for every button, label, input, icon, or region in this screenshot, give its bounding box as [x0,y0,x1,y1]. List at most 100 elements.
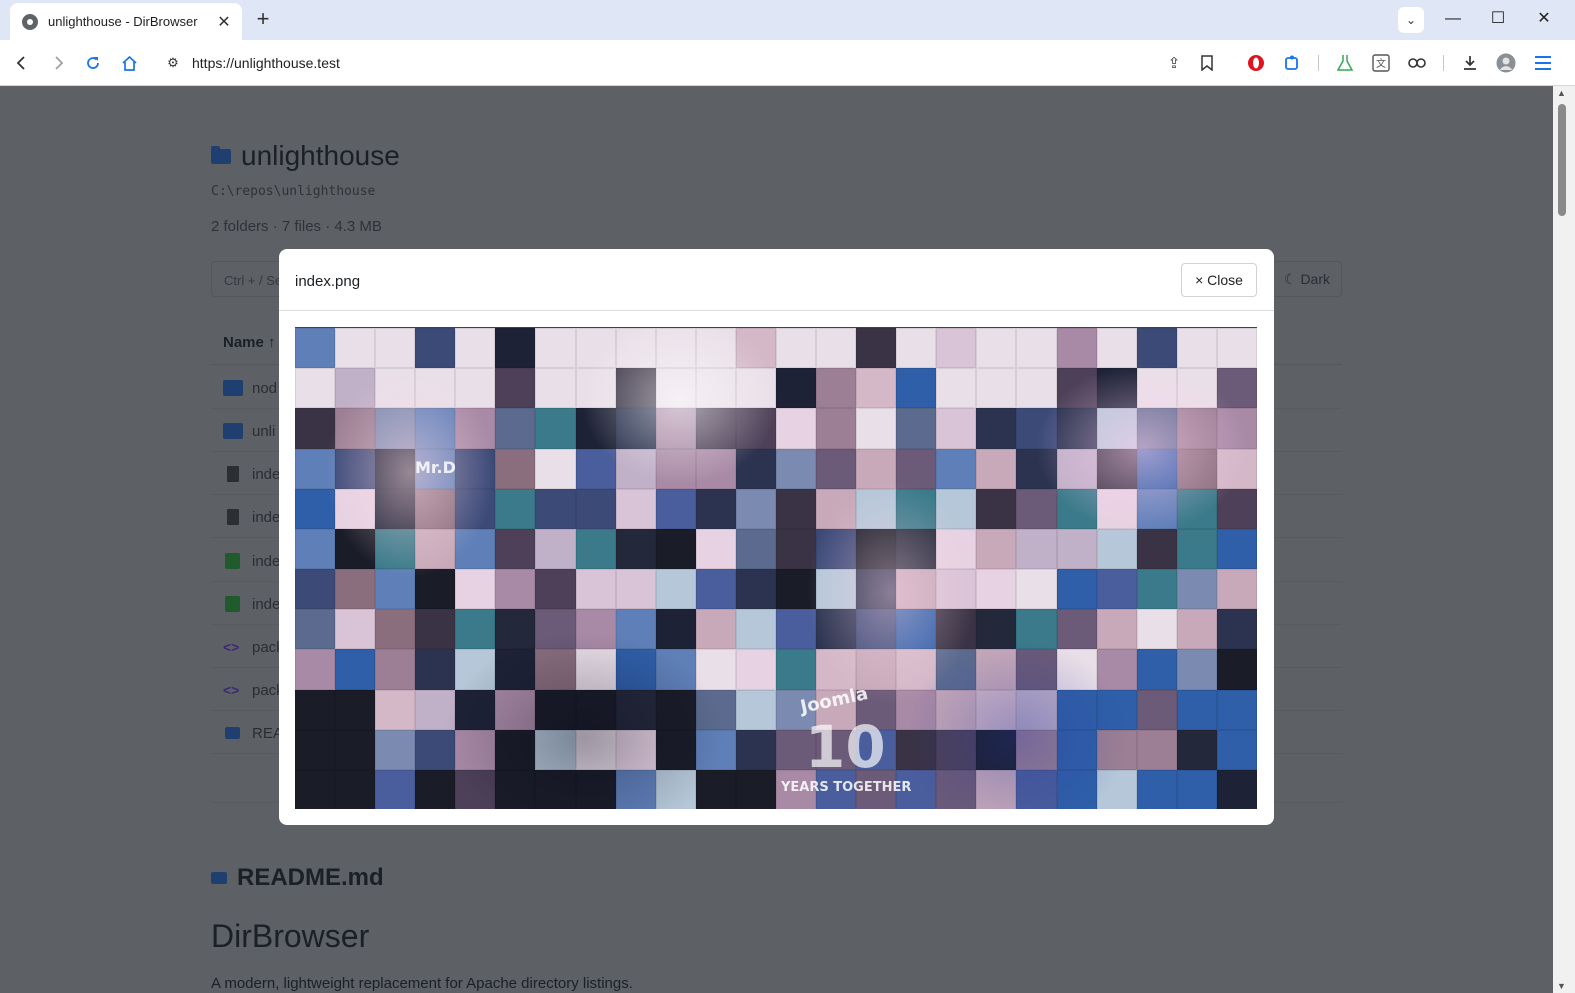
column-header-name[interactable]: Name ↑ [223,334,276,351]
file-name[interactable]: inde [252,553,280,570]
tab-search-button[interactable]: ⌄ [1398,7,1424,33]
mosaic-tile [695,729,736,770]
opera-extension-icon[interactable] [1244,51,1268,75]
mosaic-tile [976,569,1017,610]
file-name[interactable]: nod [252,380,277,397]
mosaic-tile [415,769,456,809]
mosaic-tile [655,528,696,569]
menu-icon[interactable] [1531,51,1555,75]
mosaic-tile [1136,488,1177,529]
mosaic-tile [735,328,776,369]
mosaic-tile [816,649,857,690]
share-icon[interactable]: ⇪ [1162,51,1186,75]
scroll-down-icon[interactable]: ▼ [1557,981,1566,991]
mosaic-tile [816,328,857,369]
mosaic-tile [1056,649,1097,690]
mosaic-tile [976,328,1017,369]
reload-icon[interactable] [80,50,106,76]
mosaic-tile [495,729,536,770]
mosaic-tile [375,488,416,529]
close-button[interactable]: × Close [1181,263,1257,297]
mosaic-tile [615,368,656,409]
dark-mode-button[interactable]: ☾ Dark [1272,261,1342,297]
extensions-icon[interactable] [1280,51,1304,75]
mosaic-tile [936,408,977,449]
mosaic-tile [375,569,416,610]
image-file-icon [225,553,240,569]
mosaic-tile [1176,609,1217,650]
home-icon[interactable] [116,50,142,76]
mosaic-tile [896,408,937,449]
minimize-icon[interactable]: — [1441,8,1465,30]
download-icon[interactable] [1458,51,1482,75]
mosaic-tile [455,769,496,809]
mosaic-tile [1016,448,1057,489]
mosaic-tile [1056,729,1097,770]
address-bar[interactable]: ⚙ https://unlighthouse.test [156,46,1226,80]
mosaic-tile [775,569,817,610]
mosaic-tile [1136,609,1177,650]
mosaic-tile [535,328,576,369]
scrollbar-thumb[interactable] [1558,104,1566,216]
mosaic-tile [936,689,977,730]
folder-icon [223,380,243,396]
translate-icon[interactable]: 文 [1369,51,1393,75]
file-name[interactable]: inde [252,466,280,483]
mosaic-tile [976,448,1017,489]
readme-paragraph: A modern, lightweight replacement for Ap… [211,975,633,992]
file-name[interactable]: unli [252,423,275,440]
mosaic-tile [1096,769,1137,809]
mosaic-tile [615,448,656,489]
mosaic-tile [415,528,456,569]
mosaic-tile [335,689,376,730]
mosaic-tile [295,729,336,770]
mosaic-tile [896,328,937,369]
mosaic-tile [896,488,937,529]
mosaic-tile [775,408,817,449]
mosaic-tile [615,649,656,690]
image-text-years: YEARS TOGETHER [781,780,912,795]
mosaic-tile [1176,328,1217,369]
mosaic-tile [615,769,656,809]
labs-flask-icon[interactable] [1333,51,1357,75]
mosaic-tile [1096,609,1137,650]
active-tab[interactable]: unlighthouse - DirBrowser ✕ [10,3,242,40]
folder-icon [223,423,243,439]
mosaic-tile [655,769,696,809]
mosaic-tile [375,328,416,369]
forward-icon[interactable] [45,50,71,76]
scroll-up-icon[interactable]: ▲ [1557,88,1566,98]
tab-close-icon[interactable]: ✕ [214,12,234,32]
mosaic-tile [695,769,736,809]
profile-avatar[interactable] [1494,51,1518,75]
url-text[interactable]: https://unlighthouse.test [192,55,340,71]
mosaic-tile [1056,328,1097,369]
back-icon[interactable] [9,50,35,76]
window-close-icon[interactable]: ✕ [1532,8,1556,30]
maximize-icon[interactable]: ☐ [1486,8,1510,30]
readme-heading: DirBrowser [211,918,370,954]
mosaic-tile [695,328,736,369]
mosaic-tile [335,448,376,489]
mosaic-tile [575,328,616,369]
site-info-icon[interactable]: ⚙ [158,55,188,71]
mosaic-tile [896,569,937,610]
file-name[interactable]: inde [252,596,280,613]
mosaic-tile [856,408,897,449]
file-name[interactable]: inde [252,509,280,526]
mosaic-tile [335,729,376,770]
new-tab-button[interactable]: + [252,8,274,30]
mosaic-tile [936,769,977,809]
mosaic-tile [735,689,776,730]
image-text-mrd: Mr.D [415,458,456,477]
mosaic-tile [1176,408,1217,449]
mosaic-tile [455,448,496,489]
mosaic-tile [575,569,616,610]
page-scrollbar[interactable]: ▲ ▼ [1553,86,1575,993]
mosaic-tile [1096,408,1137,449]
mosaic-tile [295,769,336,809]
bookmark-icon[interactable] [1195,51,1219,75]
link-icon[interactable] [1405,51,1429,75]
mosaic-tile [1176,689,1217,730]
mosaic-tile [1016,528,1057,569]
